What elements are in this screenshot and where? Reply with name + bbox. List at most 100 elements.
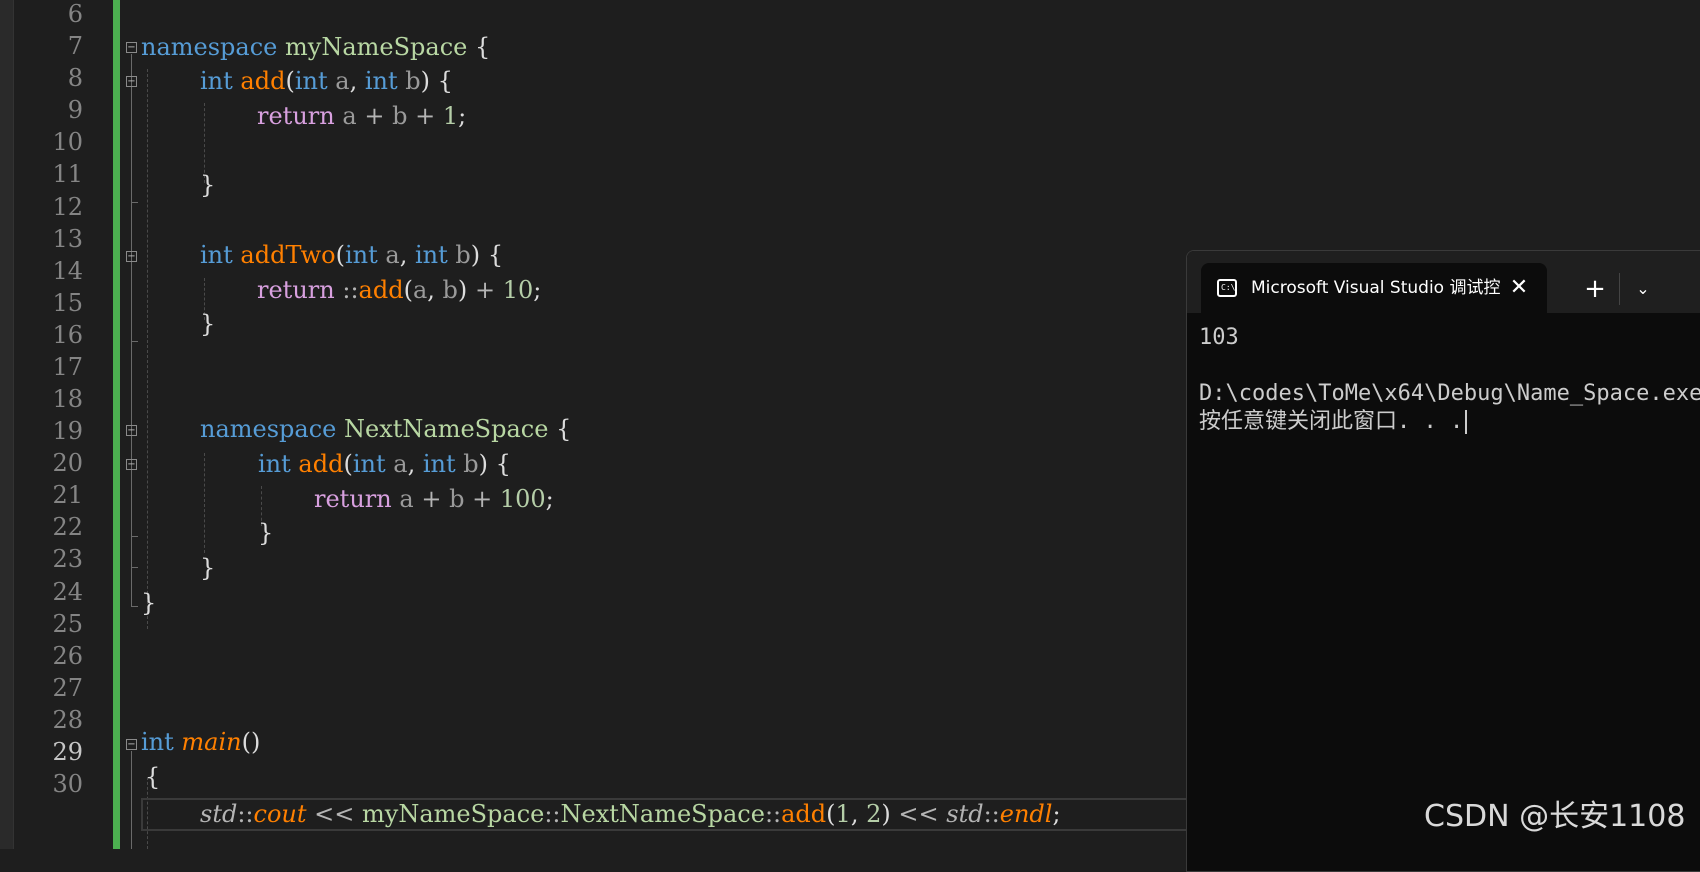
parameter: b — [455, 241, 471, 269]
brace: { — [437, 67, 453, 95]
text-cursor — [1465, 410, 1468, 434]
collapse-icon[interactable]: − — [126, 425, 137, 436]
return-keyword: return — [257, 102, 335, 130]
parameter: b — [405, 67, 421, 95]
line-number: 18 — [52, 385, 83, 413]
console-app-icon: C:\ — [1217, 279, 1237, 297]
type-keyword: int — [294, 67, 328, 95]
code-line-29[interactable]: std::cout << myNameSpace::NextNameSpace:… — [200, 797, 1061, 832]
type-keyword: int — [344, 241, 378, 269]
console-tab[interactable]: C:\ Microsoft Visual Studio 调试控制台 ✕ — [1201, 263, 1547, 313]
type-keyword: int — [200, 67, 233, 95]
line-number: 28 — [52, 706, 83, 734]
comma: , — [349, 67, 358, 95]
fold-guide-end — [131, 202, 138, 203]
code-line-13[interactable]: int addTwo(int a, int b) { — [200, 238, 503, 273]
line-number: 30 — [52, 770, 83, 798]
namespace-name: myNameSpace — [285, 33, 468, 61]
code-line-27[interactable]: int main() — [141, 725, 260, 760]
line-number: 10 — [52, 128, 83, 156]
code-line-22[interactable]: } — [200, 551, 215, 586]
console-output-line: 按任意键关闭此窗口. . . — [1199, 409, 1464, 434]
collapse-icon[interactable]: − — [126, 251, 137, 262]
collapse-icon[interactable]: − — [126, 42, 137, 53]
code-line-20[interactable]: return a + b + 100; — [314, 482, 554, 517]
parameter: b — [442, 276, 458, 304]
scope-operator: :: — [983, 800, 1000, 828]
brace: { — [495, 450, 511, 478]
fold-guide-end — [131, 536, 138, 537]
parameter: b — [392, 102, 408, 130]
namespace-name: myNameSpace — [362, 800, 545, 828]
close-icon[interactable]: ✕ — [1507, 276, 1531, 300]
operator: + — [472, 485, 493, 513]
console-output-line: D:\codes\ToMe\x64\Debug\Name_Space.exe — [1199, 381, 1700, 406]
code-line-14[interactable]: return ::add(a, b) + 10; — [257, 273, 541, 308]
scope-operator: :: — [342, 276, 359, 304]
number-literal: 1 — [835, 800, 851, 828]
code-line-7[interactable]: namespace myNameSpace { — [141, 30, 490, 65]
collapse-icon[interactable]: − — [126, 459, 137, 470]
parameter: b — [449, 485, 465, 513]
type-keyword: int — [258, 450, 291, 478]
paren: ( — [826, 800, 836, 828]
namespace-name: NextNameSpace — [560, 800, 765, 828]
paren: ( — [403, 276, 413, 304]
parameter: a — [399, 485, 414, 513]
line-number: 19 — [52, 417, 83, 445]
code-line-19[interactable]: int add(int a, int b) { — [258, 447, 511, 482]
brace: { — [474, 33, 491, 61]
brace: } — [200, 171, 216, 199]
code-line-9[interactable]: return a + b + 1; — [257, 99, 466, 134]
parameter: b — [463, 450, 479, 478]
semicolon: ; — [545, 485, 554, 513]
line-number: 22 — [52, 513, 83, 541]
paren: () — [241, 728, 261, 756]
semicolon: ; — [1052, 800, 1061, 828]
code-line-28[interactable]: { — [145, 760, 160, 795]
scope-operator: :: — [544, 800, 561, 828]
type-keyword: int — [415, 241, 448, 269]
number-literal: 1 — [442, 102, 459, 130]
stream-operator: << — [898, 800, 939, 828]
paren: ( — [335, 241, 345, 269]
new-tab-button[interactable]: + — [1581, 275, 1609, 303]
collapse-icon[interactable]: − — [126, 739, 137, 750]
line-number: 27 — [52, 674, 83, 702]
debug-console-window[interactable]: C:\ Microsoft Visual Studio 调试控制台 ✕ + ⌄ … — [1186, 250, 1700, 872]
function-name: add — [358, 276, 404, 304]
line-number: 25 — [52, 610, 83, 638]
cout-object: cout — [253, 800, 307, 828]
paren: ( — [343, 450, 353, 478]
code-line-11[interactable]: } — [200, 168, 215, 203]
code-line-8[interactable]: int add(int a, int b) { — [200, 64, 453, 99]
code-line-21[interactable]: } — [258, 516, 273, 551]
comma: , — [850, 800, 859, 828]
namespace-std: std — [946, 800, 984, 828]
code-line-18[interactable]: namespace NextNameSpace { — [200, 412, 571, 447]
function-name: addTwo — [240, 241, 336, 269]
comma: , — [399, 241, 408, 269]
namespace-std: std — [200, 800, 238, 828]
function-name: add — [240, 67, 286, 95]
brace: { — [487, 241, 504, 269]
collapse-icon[interactable]: − — [126, 76, 137, 87]
code-line-15[interactable]: } — [200, 307, 215, 342]
console-titlebar[interactable]: C:\ Microsoft Visual Studio 调试控制台 ✕ + ⌄ — [1187, 251, 1700, 313]
function-name: main — [181, 728, 242, 756]
brace: } — [200, 310, 216, 338]
chevron-down-icon[interactable]: ⌄ — [1631, 277, 1655, 301]
console-tab-title: Microsoft Visual Studio 调试控制台 — [1251, 278, 1501, 298]
line-number: 23 — [52, 545, 83, 573]
fold-guide-end — [131, 567, 138, 568]
type-keyword: int — [422, 450, 456, 478]
parameter: a — [335, 67, 350, 95]
line-number: 14 — [52, 257, 83, 285]
number-literal: 100 — [499, 485, 546, 513]
code-line-23[interactable]: } — [141, 586, 156, 621]
titlebar-divider — [1619, 273, 1620, 305]
namespace-name: NextNameSpace — [344, 415, 549, 443]
paren: ) — [420, 67, 431, 95]
watermark: CSDN @长安1108 — [1424, 799, 1686, 834]
line-number: 17 — [52, 353, 83, 381]
